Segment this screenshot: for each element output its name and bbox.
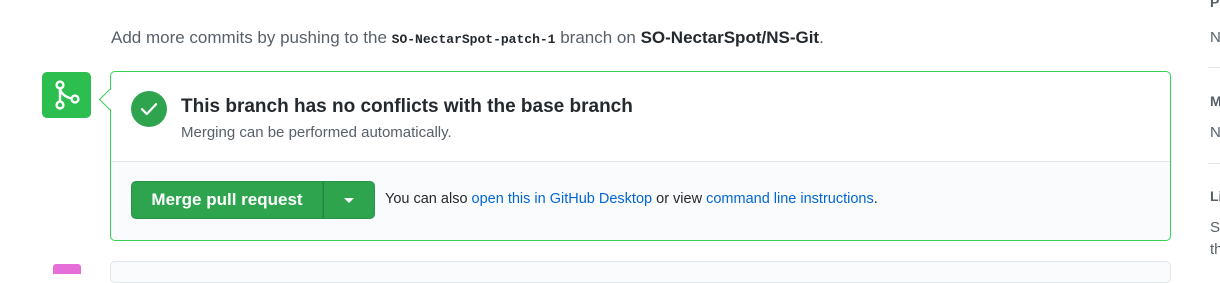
merge-button-group: Merge pull request: [131, 181, 375, 219]
sidebar-fragment: P: [1210, 0, 1220, 10]
check-icon: [131, 91, 167, 127]
sidebar-divider: [1209, 163, 1220, 164]
push-note-prefix: Add more commits by pushing to the: [111, 28, 387, 47]
merge-pull-request-button[interactable]: Merge pull request: [131, 181, 323, 219]
caret-down-icon: [344, 197, 354, 203]
head-repo-name: SO-NectarSpot/NS-Git: [640, 28, 820, 47]
sidebar-fragment: Li: [1210, 188, 1220, 204]
push-note-middle: branch on: [560, 28, 636, 47]
also-suffix: .: [873, 191, 878, 207]
sidebar-fragment: M: [1210, 93, 1220, 109]
comment-box: [110, 261, 1171, 283]
push-note-suffix: .: [819, 28, 824, 47]
sidebar-fragment: th: [1210, 241, 1220, 258]
open-in-github-desktop-link[interactable]: open this in GitHub Desktop: [472, 191, 653, 207]
git-merge-icon: [42, 72, 91, 118]
pr-sidebar: P N M N Li S th: [1209, 0, 1220, 270]
sidebar-fragment: S: [1210, 219, 1220, 236]
merge-action-row: Merge pull request You can also open thi…: [111, 161, 1170, 240]
merge-method-dropdown-button[interactable]: [323, 181, 375, 219]
sidebar-fragment: N: [1210, 124, 1220, 141]
alternative-actions-text: You can also open this in GitHub Desktop…: [385, 191, 878, 207]
push-commits-note: Add more commits by pushing to the SO-Ne…: [111, 28, 824, 48]
merge-status-row: This branch has no conflicts with the ba…: [111, 72, 1170, 161]
command-line-instructions-link[interactable]: command line instructions: [706, 191, 874, 207]
or-view-text: or view: [656, 191, 703, 207]
merge-status-title: This branch has no conflicts with the ba…: [181, 96, 633, 117]
merge-status-subtitle: Merging can be performed automatically.: [181, 124, 452, 141]
sidebar-divider: [1209, 67, 1220, 68]
merge-status-box: This branch has no conflicts with the ba…: [110, 71, 1171, 241]
head-branch-name: SO-NectarSpot-patch-1: [391, 32, 556, 47]
avatar[interactable]: [53, 264, 81, 274]
also-prefix: You can also: [385, 191, 468, 207]
sidebar-fragment: N: [1210, 29, 1220, 46]
